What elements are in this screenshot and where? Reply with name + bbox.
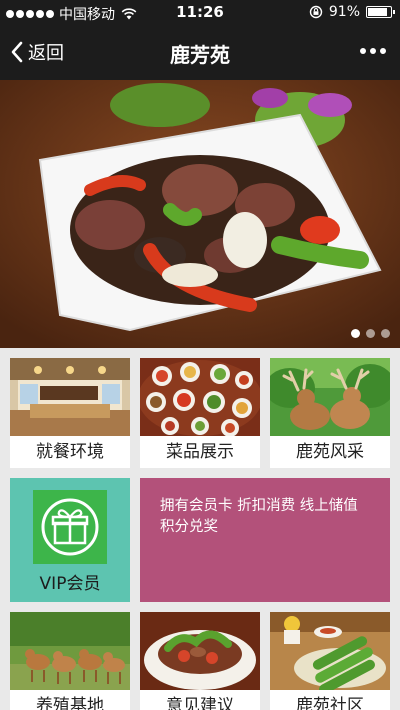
- banner-carousel[interactable]: [0, 80, 400, 348]
- banner-dish-image: [0, 80, 400, 348]
- tile-vip-member[interactable]: VIP会员: [10, 478, 130, 602]
- nav-bar: 返回 鹿芳苑: [0, 26, 400, 80]
- tile-label: 意见建议: [140, 690, 260, 710]
- status-bar: 中国移动 11:26 91%: [0, 0, 400, 26]
- tile-feedback[interactable]: 意见建议: [140, 612, 260, 710]
- rotation-lock-icon: [309, 5, 323, 19]
- tile-label: 养殖基地: [10, 690, 130, 710]
- tile-label: 鹿苑社区: [270, 690, 390, 710]
- community-image: [270, 612, 390, 690]
- member-benefits-text: 拥有会员卡 折扣消费 线上储值 积分兑奖: [160, 498, 358, 535]
- carousel-dot[interactable]: [366, 329, 375, 338]
- battery-fill: [368, 8, 387, 16]
- dish-showcase-image: [140, 358, 260, 436]
- more-dots-icon[interactable]: [360, 48, 386, 54]
- tile-label: 菜品展示: [140, 436, 260, 468]
- carousel-dot[interactable]: [351, 329, 360, 338]
- battery-icon: [366, 6, 395, 18]
- tile-label: 鹿苑风采: [270, 436, 390, 468]
- feedback-image: [140, 612, 260, 690]
- carousel-dot[interactable]: [381, 329, 390, 338]
- park-style-image: [270, 358, 390, 436]
- dining-environment-image: [10, 358, 130, 436]
- tile-breeding-base[interactable]: 养殖基地: [10, 612, 130, 710]
- breeding-base-image: [10, 612, 130, 690]
- gift-icon: [33, 490, 107, 564]
- status-right: 91%: [309, 4, 395, 20]
- battery-percent: 91%: [328, 4, 360, 20]
- tile-park-style[interactable]: 鹿苑风采: [270, 358, 390, 468]
- tile-dish-showcase[interactable]: 菜品展示: [140, 358, 260, 468]
- carousel-indicator: [351, 329, 390, 338]
- tile-label: 就餐环境: [10, 436, 130, 468]
- vip-label: VIP会员: [39, 574, 101, 594]
- tile-community[interactable]: 鹿苑社区: [270, 612, 390, 710]
- page-title: 鹿芳苑: [170, 43, 230, 67]
- tile-member-benefits[interactable]: 拥有会员卡 折扣消费 线上储值 积分兑奖: [140, 478, 390, 602]
- tile-dining-environment[interactable]: 就餐环境: [10, 358, 130, 468]
